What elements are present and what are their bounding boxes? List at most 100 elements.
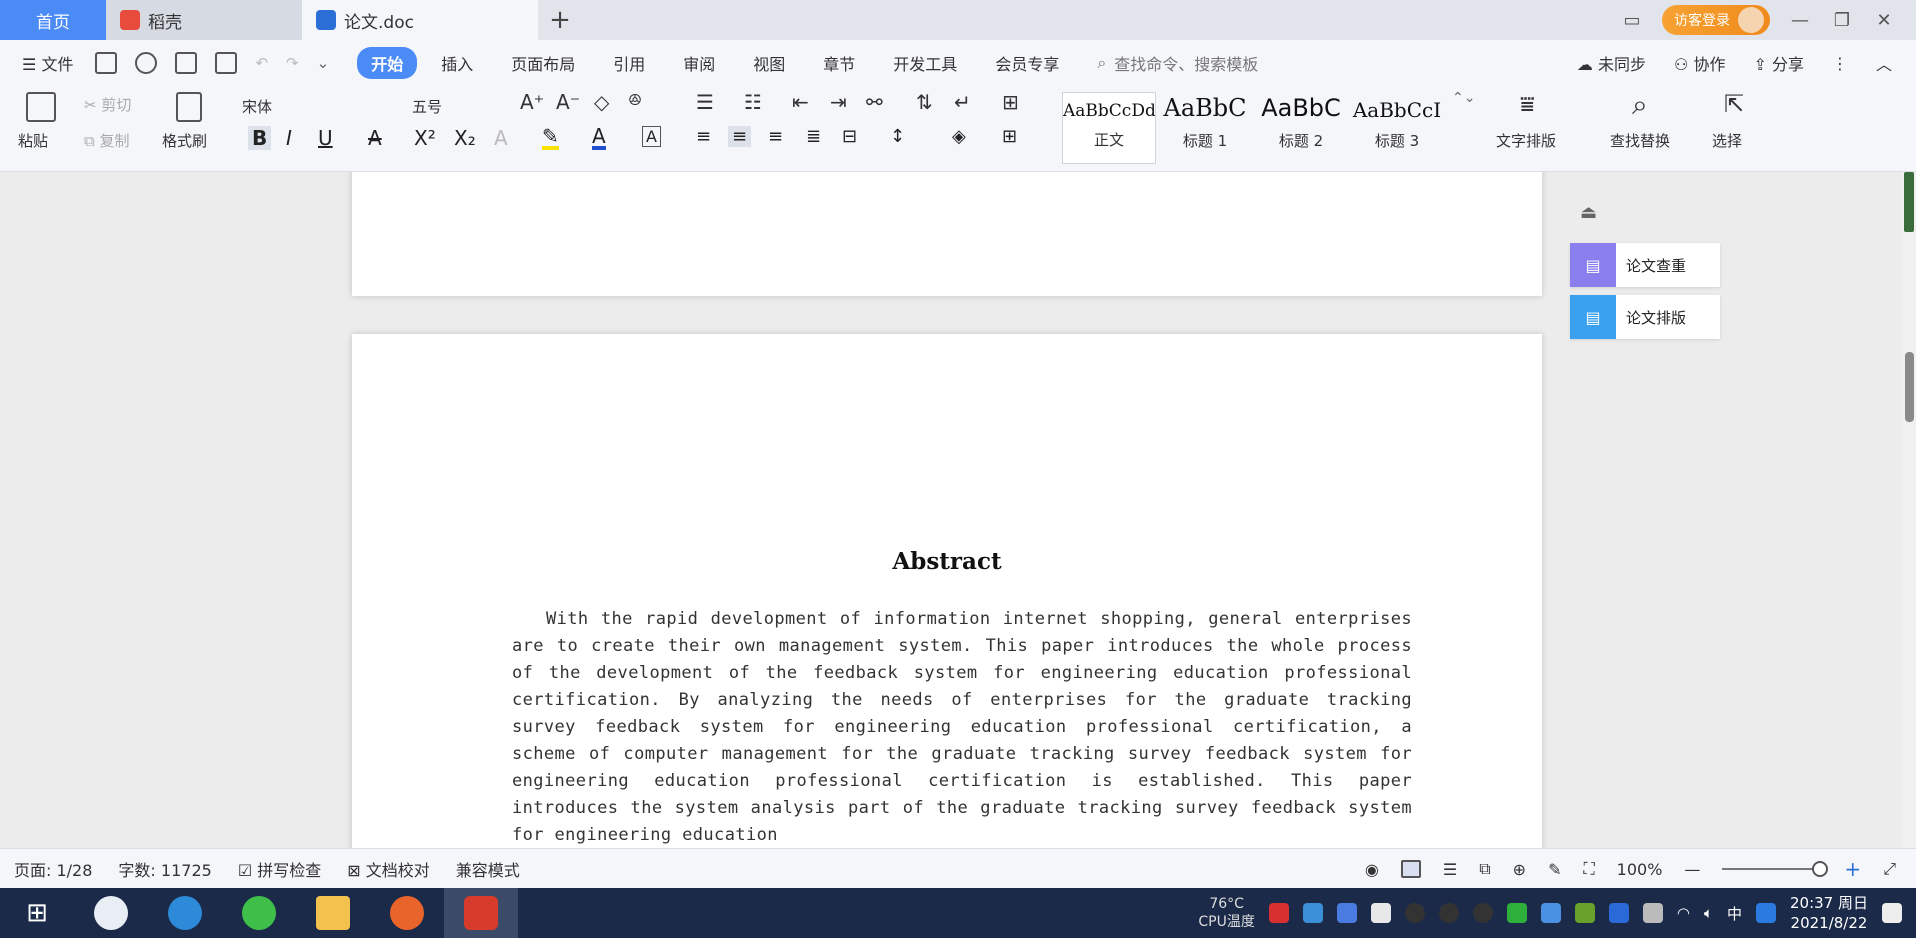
menu-chapter[interactable]: 章节	[823, 51, 855, 75]
italic-button[interactable]: I	[286, 126, 292, 150]
paper-layout-button[interactable]: ▤ 论文排版	[1570, 295, 1720, 339]
redo-icon[interactable]: ↷	[286, 54, 299, 72]
menu-review[interactable]: 审阅	[683, 51, 715, 75]
ruler-icon[interactable]: ⊞	[1002, 90, 1019, 114]
ime-indicator[interactable]: 中	[1727, 903, 1742, 924]
strikethrough-button[interactable]: A	[368, 126, 382, 150]
text-layout-icon[interactable]: ⩸	[1520, 90, 1535, 118]
show-marks-icon[interactable]: ↵	[954, 90, 971, 114]
qq-icon-3[interactable]	[1472, 903, 1493, 923]
menu-member[interactable]: 会员专享	[995, 51, 1059, 75]
shading-icon[interactable]: ◈	[952, 126, 966, 147]
new-tab-button[interactable]: +	[538, 0, 582, 40]
tab-document[interactable]: 论文.doc	[302, 0, 538, 40]
justify-icon[interactable]: ≣	[806, 126, 821, 147]
sync-button[interactable]: ☁ 未同步	[1577, 51, 1646, 75]
write-mode-icon[interactable]: ✎	[1548, 860, 1561, 879]
web-view-icon[interactable]: ⊕	[1513, 860, 1526, 879]
device-icon[interactable]	[1642, 903, 1663, 923]
menu-developer[interactable]: 开发工具	[893, 51, 957, 75]
page-view-icon[interactable]	[1400, 860, 1421, 878]
close-icon[interactable]: ✕	[1872, 10, 1896, 31]
sort-icon[interactable]: ⇅	[916, 90, 933, 114]
menu-insert[interactable]: 插入	[441, 51, 473, 75]
grow-font-icon[interactable]: A⁺	[520, 90, 544, 114]
current-page[interactable]: Abstract With the rapid development of i…	[352, 334, 1542, 848]
paste-icon[interactable]	[26, 92, 56, 122]
clear-format-icon[interactable]: ◇	[594, 90, 609, 114]
align-left-icon[interactable]: ≡	[696, 126, 711, 147]
select-button[interactable]: 选择	[1712, 130, 1742, 151]
zoom-out-icon[interactable]: —	[1684, 860, 1700, 879]
bullet-list-icon[interactable]: ☰	[696, 90, 714, 114]
distribute-icon[interactable]: ⊟	[842, 126, 857, 147]
tray-tool-icon[interactable]	[1302, 903, 1323, 923]
cpu-temperature[interactable]: 76°C CPU温度	[1198, 895, 1254, 931]
notification-icon[interactable]	[1882, 903, 1902, 923]
spell-check-button[interactable]: ☑ 拼写检查	[238, 857, 321, 881]
chevron-down-icon[interactable]: ⌄	[317, 54, 330, 72]
shrink-font-icon[interactable]: A⁻	[556, 90, 580, 114]
tray-app-icon[interactable]	[1268, 903, 1289, 923]
char-border-icon[interactable]: A	[642, 126, 661, 147]
restore-icon[interactable]: ❐	[1830, 10, 1854, 31]
media-player-icon[interactable]	[370, 888, 444, 938]
tab-docer[interactable]: 稻壳	[106, 0, 302, 40]
file-menu[interactable]: ☰ 文件	[22, 51, 73, 75]
command-search[interactable]: ⌕ 查找命令、搜索模板	[1097, 51, 1258, 75]
fullscreen-icon[interactable]: ⤢	[1883, 859, 1896, 879]
print-preview-icon[interactable]	[215, 52, 238, 74]
volume-icon[interactable]: 🔈︎	[1704, 904, 1713, 922]
page-indicator[interactable]: 页面: 1/28	[14, 857, 92, 881]
bluetooth-icon[interactable]	[1608, 903, 1629, 923]
collapse-panel-icon[interactable]: ⏏	[1580, 202, 1720, 223]
doc-proof-button[interactable]: ⊠ 文档校对	[347, 857, 430, 881]
style-heading2[interactable]: AaBbC 标题 2	[1254, 92, 1348, 164]
zoom-level[interactable]: 100%	[1617, 860, 1663, 879]
app-pinwheel-icon[interactable]	[74, 888, 148, 938]
cut-button[interactable]: ✂ 剪切	[84, 94, 131, 115]
outline-view-icon[interactable]: ☰	[1443, 860, 1457, 879]
qq-icon[interactable]	[1404, 903, 1425, 923]
zoom-in-icon[interactable]: +	[1844, 857, 1861, 881]
tray-blue-icon[interactable]	[1540, 903, 1561, 923]
format-painter-label[interactable]: 格式刷	[162, 130, 207, 151]
tab-home[interactable]: 首页	[0, 0, 106, 40]
save-icon[interactable]	[95, 52, 118, 74]
bold-button[interactable]: B	[248, 126, 272, 150]
phonetic-icon[interactable]: ꔮ	[628, 90, 642, 111]
print-icon[interactable]	[175, 52, 198, 74]
font-name-select[interactable]: 宋体	[242, 96, 392, 117]
output-icon[interactable]	[135, 52, 158, 74]
word-count[interactable]: 字数: 11725	[118, 857, 211, 881]
style-normal[interactable]: AaBbCcDd 正文	[1062, 92, 1156, 164]
chinese-layout-icon[interactable]: ⚯	[866, 90, 883, 114]
collab-button[interactable]: ⚇ 协作	[1674, 51, 1725, 75]
menu-view[interactable]: 视图	[753, 51, 785, 75]
font-color-icon[interactable]: A	[592, 126, 606, 150]
file-explorer-icon[interactable]	[296, 888, 370, 938]
style-heading3[interactable]: AaBbCcI 标题 3	[1350, 92, 1444, 164]
more-icon[interactable]: ⋮	[1832, 54, 1848, 73]
paper-check-button[interactable]: ▤ 论文查重	[1570, 243, 1720, 287]
wps-office-icon[interactable]	[444, 888, 518, 938]
menu-start[interactable]: 开始	[357, 47, 418, 79]
subscript-button[interactable]: X₂	[454, 126, 476, 150]
eye-protect-icon[interactable]: ◉	[1365, 860, 1379, 879]
align-center-icon[interactable]: ≡	[728, 126, 752, 147]
highlight-icon[interactable]: ✎	[542, 126, 559, 150]
scrollbar-thumb[interactable]	[1905, 352, 1914, 422]
superscript-button[interactable]: X²	[414, 126, 436, 150]
line-spacing-icon[interactable]: ↕	[890, 126, 905, 147]
increase-indent-icon[interactable]: ⇥	[830, 90, 847, 114]
select-cursor-icon[interactable]: ⇱	[1724, 90, 1744, 118]
undo-icon[interactable]: ↶	[255, 54, 268, 72]
decrease-indent-icon[interactable]: ⇤	[792, 90, 809, 114]
windows-start-icon[interactable]: ⊞	[0, 888, 74, 938]
nvidia-icon[interactable]	[1574, 903, 1595, 923]
text-effect-button[interactable]: A	[494, 126, 508, 150]
underline-button[interactable]: U	[318, 126, 333, 150]
format-painter-icon[interactable]	[176, 92, 202, 122]
shield-icon[interactable]	[1336, 903, 1357, 923]
bell-icon[interactable]	[1370, 903, 1391, 923]
